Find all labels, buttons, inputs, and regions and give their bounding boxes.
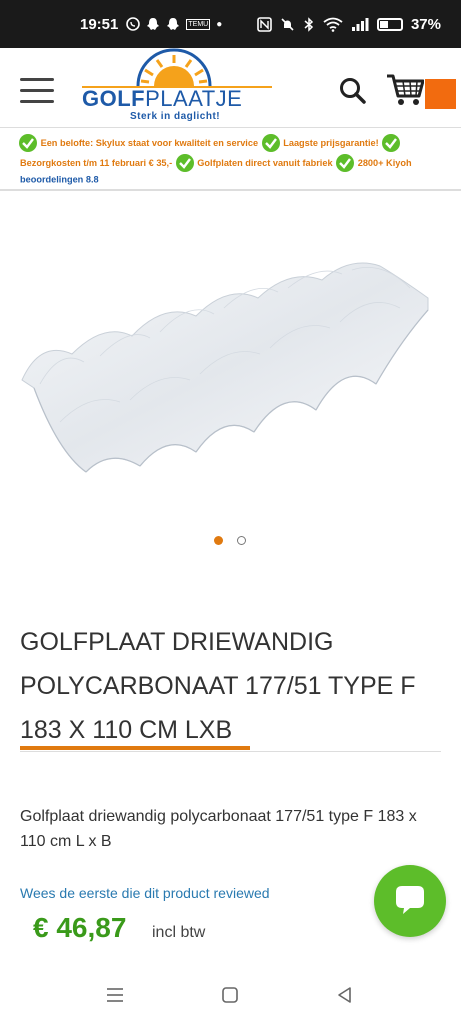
menu-icon[interactable]	[20, 78, 54, 104]
logo-wordmark: GOLFPLAATJE	[82, 86, 242, 112]
whatsapp-icon	[126, 17, 141, 31]
product-title-line-1: GOLFPLAAT DRIEWANDIG	[20, 628, 334, 656]
site-logo[interactable]: GOLFPLAATJE Sterk in daglicht!	[82, 48, 272, 126]
product-title: GOLFPLAAT DRIEWANDIG POLYCARBONAAT 177/5…	[20, 620, 445, 752]
cart-icon[interactable]	[386, 72, 425, 108]
carousel-dots	[214, 536, 246, 545]
wifi-icon	[323, 17, 343, 32]
usp-line-2: Bezorgkosten t/m 11 februari € 35,- Golf…	[20, 153, 412, 173]
title-underline	[20, 746, 250, 750]
chat-bubble-icon	[396, 886, 424, 914]
usp-item: Laagste prijsgarantie!	[283, 138, 379, 148]
chat-button[interactable]	[374, 865, 446, 937]
cart-count-badge[interactable]	[425, 79, 456, 109]
checkmark-icon	[175, 154, 194, 172]
usp-line-3: beoordelingen 8.8	[20, 174, 99, 185]
snapchat-icon	[147, 18, 160, 30]
system-icons: 37%	[257, 16, 441, 33]
logo-slogan: Sterk in daglicht!	[130, 111, 221, 122]
checkmark-icon	[19, 134, 37, 152]
product-description: Golfplaat driewandig polycarbonaat 177/5…	[20, 808, 417, 850]
usp-bar: Een belofte: Skylux staat voor kwaliteit…	[0, 127, 461, 191]
logo-name-part2: PLAATJE	[145, 86, 243, 111]
usp-item: Een belofte: Skylux staat voor kwaliteit…	[40, 138, 259, 148]
back-icon[interactable]	[336, 986, 354, 1009]
checkmark-icon	[336, 154, 355, 172]
recent-apps-icon[interactable]	[106, 986, 124, 1009]
mute-icon	[281, 17, 294, 31]
write-review-link[interactable]: Wees de eerste die dit product reviewed	[20, 885, 270, 901]
usp-item: 2800+ Kiyoh	[357, 158, 412, 168]
carousel-dot-1[interactable]	[214, 536, 223, 545]
search-icon[interactable]	[338, 76, 368, 106]
divider	[20, 751, 441, 752]
home-icon[interactable]	[221, 986, 239, 1009]
site-header: GOLFPLAATJE Sterk in daglicht!	[0, 48, 461, 128]
usp-line-1: Een belofte: Skylux staat voor kwaliteit…	[18, 133, 401, 153]
checkmark-icon	[261, 134, 280, 152]
snapchat-icon	[167, 18, 180, 30]
nfc-icon	[257, 16, 272, 32]
status-time: 19:51	[80, 15, 119, 33]
usp-item: Bezorgkosten t/m 11 februari € 35,-	[20, 158, 173, 168]
signal-icon	[351, 17, 369, 31]
notification-icons: TEMU ●	[126, 17, 222, 31]
product-price: € 46,87	[33, 912, 127, 943]
temu-icon: TEMU	[186, 18, 211, 30]
usp-item: beoordelingen 8.8	[20, 174, 99, 185]
battery-icon	[376, 17, 403, 31]
carousel-dot-2[interactable]	[237, 536, 246, 545]
dot-icon: ●	[216, 18, 223, 30]
battery-percent: 37%	[410, 15, 441, 33]
bluetooth-icon	[304, 16, 314, 32]
system-navigation-bar	[0, 968, 461, 1024]
product-title-line-3: 183 X 110 CM LXB	[20, 716, 233, 744]
usp-item: Golfplaten direct vanuit fabriek	[197, 158, 333, 168]
vat-label: incl btw	[152, 924, 206, 941]
product-title-line-2: POLYCARBONAAT 177/51 TYPE F	[20, 672, 416, 700]
checkmark-icon	[382, 134, 401, 152]
logo-name-part1: GOLF	[82, 86, 146, 111]
status-bar: 19:51 TEMU ● 37%	[0, 0, 461, 48]
